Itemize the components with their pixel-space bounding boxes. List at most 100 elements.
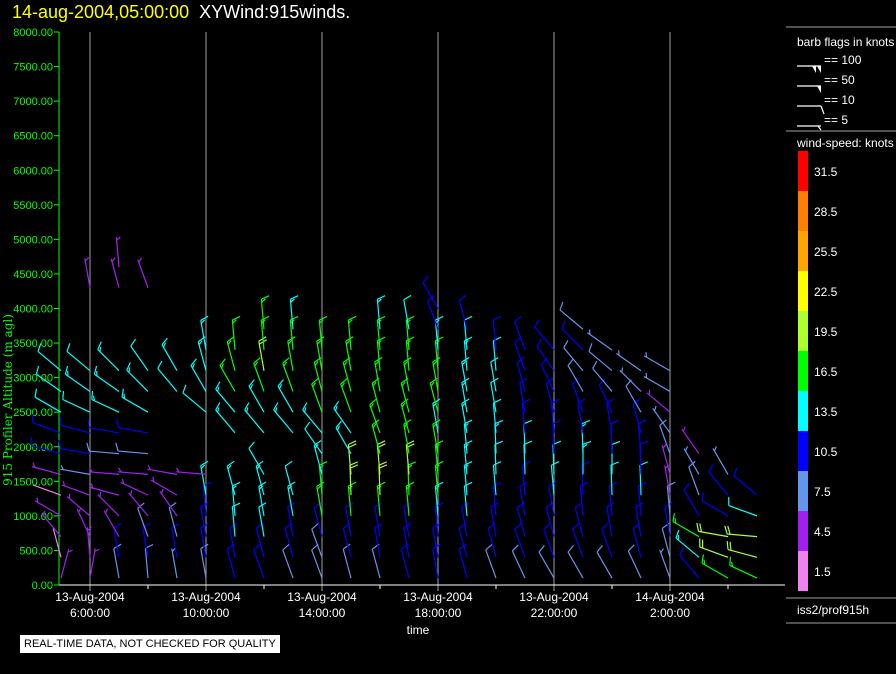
y-tick-label: 6000.00 [13, 165, 53, 177]
wind-barb [284, 460, 294, 496]
colorbar-label: 1.5 [814, 565, 831, 579]
barb-shaft [89, 450, 120, 455]
colorbar-swatch [798, 311, 808, 351]
barb-shaft [727, 549, 758, 558]
legend-barb-5 [797, 125, 822, 131]
wind-barb [494, 419, 504, 454]
barb-feather [87, 419, 91, 428]
barb-shaft [616, 353, 642, 372]
barb-shaft [66, 350, 91, 372]
barb-feather [99, 346, 102, 352]
barb-shaft [226, 466, 236, 496]
y-tick-label: 7000.00 [13, 96, 53, 108]
wind-barb [89, 548, 100, 579]
barb-feather [349, 464, 359, 469]
wind-barb [516, 357, 526, 392]
wind-barb [432, 357, 441, 392]
barb-feather [514, 523, 522, 530]
barb-feather [627, 544, 635, 552]
barb-shaft [60, 548, 70, 579]
wind-barb [61, 480, 91, 496]
barb-feather [113, 522, 122, 529]
wind-barb [260, 315, 270, 351]
wind-barb [66, 343, 91, 372]
wind-barb [608, 481, 618, 516]
barb-feather [182, 384, 187, 394]
barb-feather [493, 315, 502, 321]
wind-barb [313, 439, 323, 475]
wind-barb [231, 315, 241, 351]
barb-shaft [200, 320, 207, 351]
wind-barb [347, 315, 357, 351]
barb-feather [703, 559, 706, 565]
barb-feather [610, 419, 620, 425]
wind-barb [378, 461, 388, 496]
colorbar-label: 19.5 [814, 325, 838, 339]
barb-shaft [161, 344, 178, 372]
barb-feather [551, 398, 560, 404]
wind-barb [400, 398, 410, 434]
y-tick-label: 6500.00 [13, 131, 53, 143]
wind-barb [611, 440, 621, 475]
wind-barb [646, 389, 671, 413]
barb-feather [458, 294, 467, 301]
wind-barb [616, 350, 642, 372]
wind-barb [701, 554, 729, 579]
wind-barb [514, 315, 526, 351]
barb-shaft [137, 508, 149, 537]
y-tick-label: 3500.00 [13, 338, 53, 350]
barb-feather [34, 388, 38, 398]
source-label: iss2/prof915h [797, 603, 869, 617]
barb-feather [662, 444, 667, 449]
barb-feather [160, 488, 164, 494]
barb-feather [653, 405, 657, 411]
barb-shaft [231, 320, 236, 351]
barb-feather [536, 338, 543, 347]
grid-lines [89, 32, 671, 591]
quality-notice: REAL-TIME DATA, NOT CHECKED FOR QUALITY [20, 635, 280, 653]
wind-barb [463, 315, 473, 351]
y-tick-label: 3000.00 [13, 373, 53, 385]
wind-barb [376, 336, 386, 371]
wind-barb-chart: 13-Aug-2004 6:00:00 13-Aug-2004 10:00:00 13-… [1, 26, 896, 637]
barb-shaft [65, 373, 91, 392]
colorbar-swatch [798, 271, 808, 311]
y-tick-label: 4500.00 [13, 269, 53, 281]
wind-barb [712, 446, 729, 475]
wind-barb [701, 492, 729, 517]
barb-shaft [643, 375, 671, 392]
barb-feather [464, 315, 473, 321]
wind-barb [76, 507, 91, 537]
wind-barb [62, 390, 91, 413]
barb-feather [609, 481, 618, 487]
wind-barb [115, 236, 121, 268]
wind-barb [434, 315, 444, 351]
wind-barb [699, 538, 729, 558]
barb-shaft [244, 409, 265, 434]
colorbar-swatch [798, 151, 808, 191]
barb-feather [121, 388, 125, 398]
legend-barb-label: == 10 [824, 93, 855, 107]
barb-shaft [699, 546, 729, 558]
wind-barb [97, 341, 120, 372]
barb-shaft [567, 551, 584, 579]
barb-feather [130, 338, 137, 347]
barb-feather [559, 301, 564, 311]
barb-shaft [37, 350, 62, 372]
wind-barb [59, 416, 91, 434]
barb-feather [543, 523, 551, 530]
barb-shaft [147, 468, 178, 475]
barb-feather [596, 545, 603, 553]
barb-feather [377, 295, 386, 300]
wind-barb [31, 462, 62, 475]
wind-barb [376, 295, 386, 330]
barb-shaft [619, 369, 642, 392]
barb-feather [273, 402, 279, 411]
barb-feather [319, 315, 328, 321]
barb-shaft [485, 549, 497, 579]
y-tick-label: 4000.00 [13, 304, 53, 316]
y-tick-label: 7500.00 [13, 62, 53, 74]
x-tick-time: 22:00:00 [531, 606, 578, 620]
barb-shaft [335, 427, 352, 454]
barb-feather [232, 315, 241, 321]
